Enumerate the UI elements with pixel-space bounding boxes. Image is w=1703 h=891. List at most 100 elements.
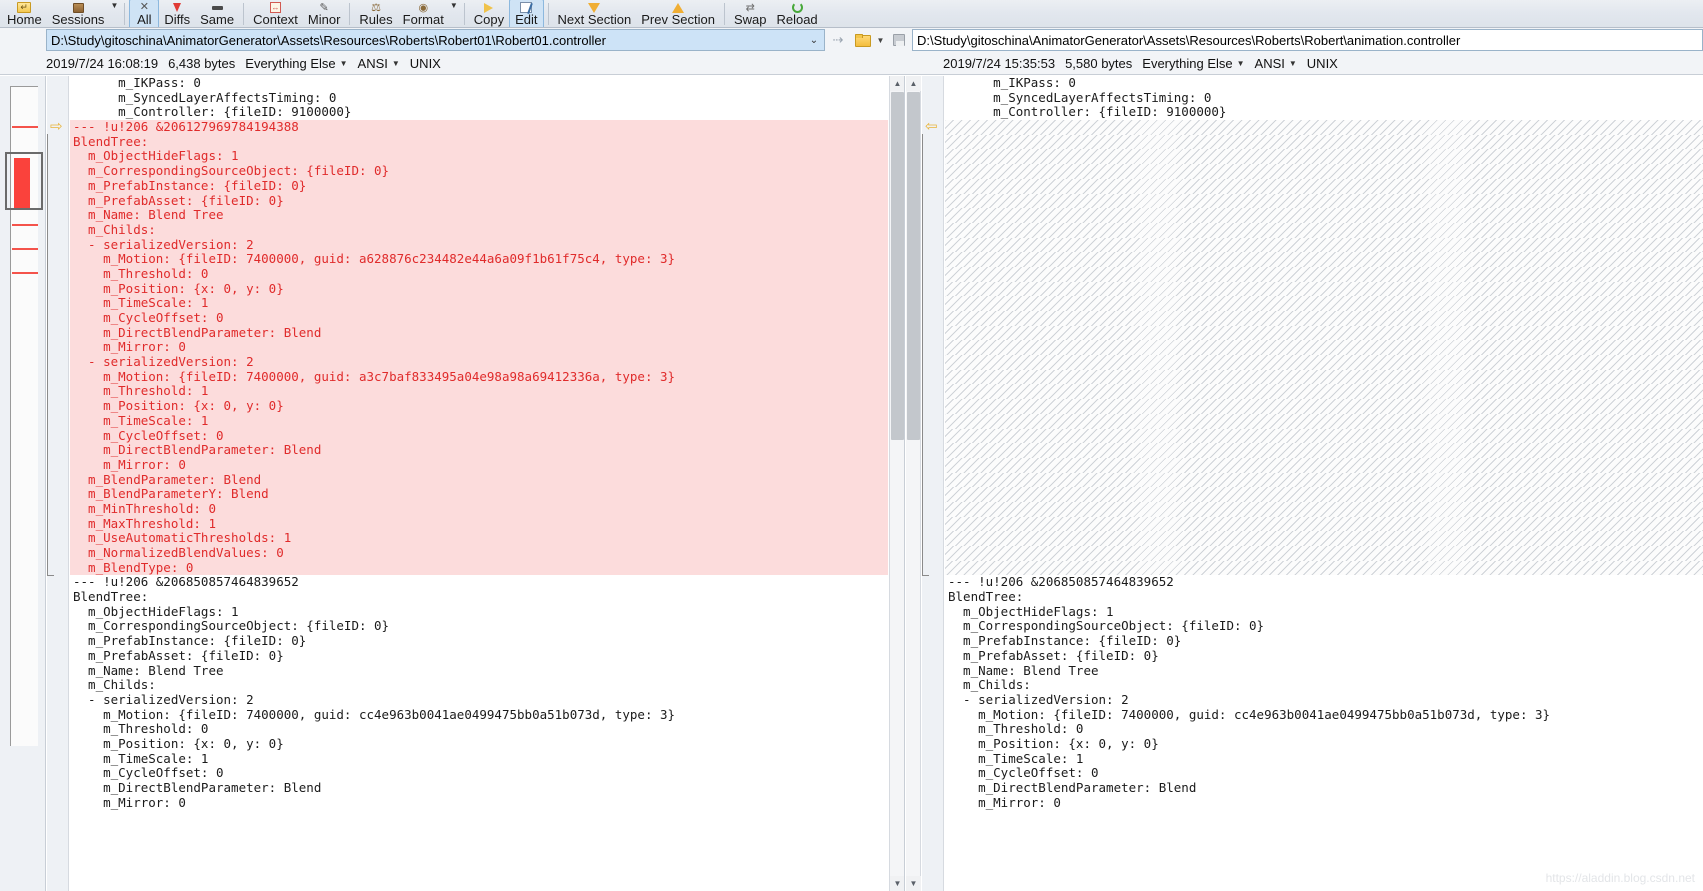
code-line[interactable]: m_PrefabAsset: {fileID: 0} <box>70 648 888 664</box>
code-line[interactable] <box>945 457 1703 473</box>
code-line[interactable] <box>945 266 1703 282</box>
code-line[interactable]: m_DirectBlendParameter: Blend <box>70 780 888 796</box>
code-line[interactable]: m_ObjectHideFlags: 1 <box>70 604 888 620</box>
code-line[interactable]: m_SyncedLayerAffectsTiming: 0 <box>70 90 888 106</box>
code-line[interactable]: m_BlendParameterY: Blend <box>70 487 888 502</box>
code-line[interactable] <box>945 369 1703 385</box>
code-line[interactable]: m_TimeScale: 1 <box>70 751 888 767</box>
code-line[interactable] <box>945 134 1703 150</box>
left-save-icon[interactable] <box>888 29 910 51</box>
left-scroll-up-icon[interactable]: ▲ <box>890 76 904 91</box>
code-line[interactable]: m_MaxThreshold: 1 <box>70 516 888 532</box>
code-line[interactable] <box>945 237 1703 253</box>
left-scroll-down-icon[interactable]: ▼ <box>890 876 904 891</box>
toolbar-button-all[interactable]: ✕ All <box>129 0 160 27</box>
right-scroll-up-icon[interactable]: ▲ <box>906 76 921 91</box>
code-line[interactable]: m_Threshold: 0 <box>70 722 888 737</box>
code-line[interactable] <box>945 340 1703 356</box>
code-line[interactable]: m_CycleOffset: 0 <box>70 766 888 781</box>
code-line[interactable]: m_Position: {x: 0, y: 0} <box>945 736 1703 752</box>
code-line[interactable]: m_Motion: {fileID: 7400000, guid: cc4e96… <box>945 707 1703 723</box>
code-line[interactable]: m_DirectBlendParameter: Blend <box>945 780 1703 796</box>
toolbar-button-sessions[interactable]: Sessions <box>47 0 110 27</box>
code-line[interactable]: m_Threshold: 0 <box>70 266 888 282</box>
toolbar-button-same[interactable]: Same <box>195 0 239 27</box>
code-line[interactable]: m_Motion: {fileID: 7400000, guid: a3c7ba… <box>70 369 888 385</box>
code-line[interactable]: m_IKPass: 0 <box>70 76 888 91</box>
code-line[interactable] <box>945 560 1703 576</box>
toolbar-button-copy[interactable]: Copy <box>469 0 509 27</box>
code-line[interactable] <box>945 487 1703 502</box>
code-line[interactable] <box>945 531 1703 546</box>
code-line[interactable]: m_Position: {x: 0, y: 0} <box>70 398 888 414</box>
code-line[interactable]: BlendTree: <box>70 134 888 150</box>
code-line[interactable] <box>945 208 1703 223</box>
right-scroll-down-icon[interactable]: ▼ <box>906 876 921 891</box>
code-line[interactable]: m_Mirror: 0 <box>70 795 888 811</box>
toolbar-button-diffs[interactable]: Diffs <box>159 0 195 27</box>
code-line[interactable]: m_TimeScale: 1 <box>945 751 1703 767</box>
left-charset-dropdown[interactable]: ANSI ▼ <box>358 56 400 71</box>
format-chevron-down-icon[interactable]: ▼ <box>450 0 458 10</box>
right-encoding-rule-dropdown[interactable]: Everything Else ▼ <box>1142 56 1244 71</box>
code-line[interactable]: m_CorrespondingSourceObject: {fileID: 0} <box>70 619 888 634</box>
left-encoding-rule-dropdown[interactable]: Everything Else ▼ <box>245 56 347 71</box>
code-line[interactable]: m_TimeScale: 1 <box>70 413 888 429</box>
code-line[interactable]: m_Name: Blend Tree <box>945 663 1703 679</box>
toolbar-button-swap[interactable]: ⇄ Swap <box>729 0 772 27</box>
code-line[interactable]: BlendTree: <box>945 589 1703 605</box>
right-path-input[interactable]: D:\Study\gitoschina\AnimatorGenerator\As… <box>912 29 1703 51</box>
left-vertical-scrollbar[interactable]: ▲ ▼ <box>889 76 904 891</box>
left-open-folder-icon[interactable] <box>851 29 873 51</box>
code-line[interactable] <box>945 120 1703 135</box>
code-line[interactable]: --- !u!206 &206850857464839652 <box>70 575 888 590</box>
right-diff-direction-icon[interactable]: ⇦ <box>925 119 938 134</box>
left-scroll-thumb[interactable] <box>891 92 904 440</box>
code-line[interactable]: m_Position: {x: 0, y: 0} <box>70 281 888 297</box>
toolbar-button-minor[interactable]: ✎ Minor <box>303 0 346 27</box>
right-code-view[interactable]: m_IKPass: 0 m_SyncedLayerAffectsTiming: … <box>945 76 1703 891</box>
code-line[interactable]: m_Name: Blend Tree <box>70 207 888 223</box>
right-charset-dropdown[interactable]: ANSI ▼ <box>1255 56 1297 71</box>
code-line[interactable]: m_BlendType: 0 <box>70 560 888 576</box>
toolbar-button-home[interactable]: Home <box>2 0 47 27</box>
sessions-chevron-down-icon[interactable]: ▼ <box>110 0 118 10</box>
toolbar-button-context[interactable]: ↔ Context <box>248 0 303 27</box>
code-line[interactable]: m_PrefabAsset: {fileID: 0} <box>945 648 1703 664</box>
code-line[interactable]: m_NormalizedBlendValues: 0 <box>70 545 888 561</box>
code-line[interactable]: m_ObjectHideFlags: 1 <box>70 149 888 165</box>
code-line[interactable]: BlendTree: <box>70 589 888 605</box>
left-code-view[interactable]: m_IKPass: 0 m_SyncedLayerAffectsTiming: … <box>70 76 888 891</box>
code-line[interactable]: m_SyncedLayerAffectsTiming: 0 <box>945 90 1703 106</box>
code-line[interactable]: m_Position: {x: 0, y: 0} <box>70 736 888 752</box>
code-line[interactable]: m_PrefabAsset: {fileID: 0} <box>70 193 888 209</box>
toolbar-button-rules[interactable]: ⚖ Rules <box>354 0 397 27</box>
code-line[interactable]: m_CorrespondingSourceObject: {fileID: 0} <box>945 619 1703 634</box>
code-line[interactable]: --- !u!206 &206127969784194388 <box>70 119 888 135</box>
code-line[interactable]: m_MinThreshold: 0 <box>70 501 888 517</box>
toolbar-button-format[interactable]: ◉ Format <box>398 0 449 27</box>
toolbar-button-next-section[interactable]: Next Section <box>553 0 637 27</box>
code-line[interactable]: m_Controller: {fileID: 9100000} <box>70 105 888 120</box>
code-line[interactable]: m_Mirror: 0 <box>70 340 888 356</box>
code-line[interactable]: m_Childs: <box>945 677 1703 693</box>
code-line[interactable] <box>945 222 1703 238</box>
code-line[interactable]: - serializedVersion: 2 <box>945 692 1703 708</box>
code-line[interactable]: m_Motion: {fileID: 7400000, guid: a62887… <box>70 252 888 267</box>
left-path-chevron-down-icon[interactable]: ⌄ <box>806 35 822 46</box>
code-line[interactable]: m_ObjectHideFlags: 1 <box>945 604 1703 620</box>
left-navigate-icon[interactable]: ⇢ <box>827 29 849 51</box>
code-line[interactable]: m_UseAutomaticThresholds: 1 <box>70 531 888 546</box>
code-line[interactable]: m_DirectBlendParameter: Blend <box>70 442 888 458</box>
code-line[interactable]: m_CorrespondingSourceObject: {fileID: 0} <box>70 163 888 179</box>
toolbar-button-prev-section[interactable]: Prev Section <box>636 0 720 27</box>
code-line[interactable]: m_IKPass: 0 <box>945 76 1703 91</box>
left-open-chevron-down-icon[interactable]: ▼ <box>875 36 886 45</box>
toolbar-button-edit[interactable]: Edit <box>509 0 544 27</box>
code-line[interactable]: m_CycleOffset: 0 <box>70 428 888 444</box>
code-line[interactable]: - serializedVersion: 2 <box>70 237 888 253</box>
code-line[interactable] <box>945 384 1703 400</box>
code-line[interactable]: m_PrefabInstance: {fileID: 0} <box>70 178 888 194</box>
code-line[interactable]: m_Childs: <box>70 677 888 693</box>
code-line[interactable] <box>945 428 1703 444</box>
